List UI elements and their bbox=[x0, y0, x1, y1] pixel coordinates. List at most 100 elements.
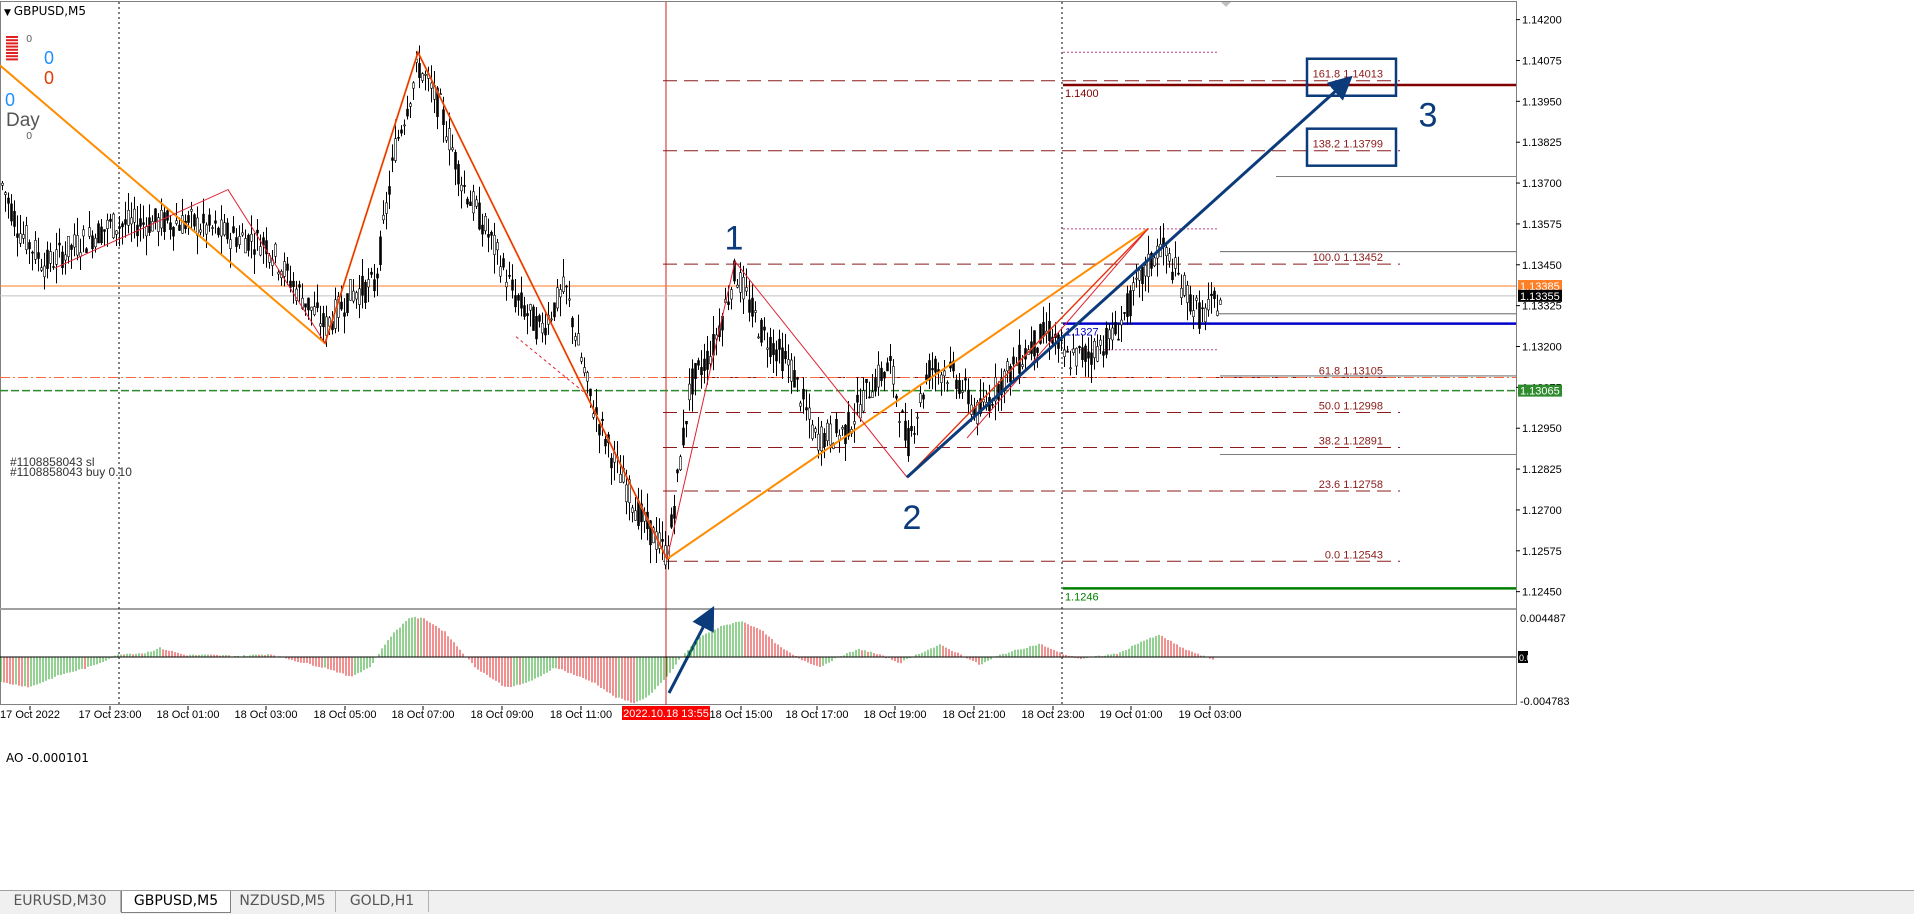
x-tick-label: 19 Oct 01:00 bbox=[1100, 709, 1163, 721]
candle-body bbox=[697, 360, 700, 366]
candle-body bbox=[112, 213, 115, 239]
fib-level-label: 23.6 1.12758 bbox=[1319, 479, 1383, 491]
candle-body bbox=[820, 426, 823, 452]
candle-body bbox=[871, 391, 874, 398]
candle-body bbox=[817, 433, 820, 451]
x-tick-label: 18 Oct 17:00 bbox=[786, 709, 849, 721]
candle-body bbox=[727, 301, 730, 305]
y-tick-label: 1.13575 bbox=[1522, 219, 1562, 231]
candle-body bbox=[142, 222, 145, 225]
candle-body bbox=[880, 367, 883, 381]
candle-body bbox=[247, 234, 250, 251]
price-tag-label-bid: 1.13355 bbox=[1520, 291, 1560, 303]
bar-top-value: 0 bbox=[26, 34, 33, 45]
candle-body bbox=[517, 295, 520, 301]
candle-body bbox=[325, 316, 328, 336]
candle-body bbox=[670, 514, 673, 528]
candle-body bbox=[13, 211, 16, 227]
x-tick-label: 18 Oct 23:00 bbox=[1022, 709, 1085, 721]
candle-body bbox=[796, 377, 799, 380]
candle-body bbox=[1183, 275, 1186, 296]
candle-body bbox=[199, 229, 202, 233]
candle-body bbox=[208, 214, 211, 226]
candle-body bbox=[1066, 350, 1069, 353]
candle-body bbox=[856, 394, 859, 403]
candle-body bbox=[886, 362, 889, 372]
day-count: 0 bbox=[5, 90, 16, 110]
candle-body bbox=[691, 368, 694, 395]
candle-body bbox=[592, 413, 595, 418]
candle-body bbox=[1180, 288, 1183, 298]
candle-body bbox=[463, 185, 466, 187]
candle-body bbox=[508, 275, 511, 277]
candle-body bbox=[1081, 347, 1084, 360]
candle-body bbox=[889, 355, 892, 361]
tab-gbpusd-m5[interactable]: GBPUSD,M5 bbox=[121, 891, 231, 913]
candle-body bbox=[358, 288, 361, 305]
candle-body bbox=[895, 395, 898, 399]
candle-body bbox=[991, 404, 994, 406]
candle-body bbox=[943, 370, 946, 377]
candle-body bbox=[757, 336, 760, 339]
tab-eurusd-m30[interactable]: EURUSD,M30 bbox=[0, 891, 121, 912]
y-tick-label: 1.12700 bbox=[1522, 505, 1562, 517]
wave-label-3: 3 bbox=[1419, 97, 1438, 135]
candle-body bbox=[619, 474, 622, 483]
candle-body bbox=[679, 456, 682, 471]
candle-body bbox=[634, 510, 637, 521]
candle-body bbox=[442, 109, 445, 125]
candle-body bbox=[682, 427, 685, 446]
candle-body bbox=[946, 382, 949, 384]
candle-body bbox=[1093, 340, 1096, 359]
candle-body bbox=[43, 265, 46, 278]
signal-bar bbox=[6, 45, 18, 48]
signal-bar bbox=[6, 52, 18, 54]
candle-body bbox=[487, 234, 490, 238]
candle-body bbox=[910, 426, 913, 431]
y-tick-label: 1.13450 bbox=[1522, 260, 1562, 272]
candle-body bbox=[466, 198, 469, 205]
candle-body bbox=[580, 357, 583, 362]
tab-nzdusd-m5[interactable]: NZDUSD,M5 bbox=[230, 891, 336, 912]
candle-body bbox=[934, 358, 937, 373]
candle-body bbox=[1069, 367, 1072, 370]
order-buy-label: #1108858043 buy 0.10 bbox=[10, 465, 132, 479]
candle-body bbox=[805, 407, 808, 411]
chart-title: GBPUSD,M5 bbox=[4, 4, 86, 18]
candle-body bbox=[802, 388, 805, 400]
fib-level-label: 138.2 1.13799 bbox=[1313, 139, 1383, 151]
candle-body bbox=[94, 237, 97, 248]
candle-body bbox=[709, 356, 712, 365]
candle-body bbox=[790, 359, 793, 382]
candle-body bbox=[202, 213, 205, 224]
candle-body bbox=[259, 246, 262, 256]
candle-body bbox=[169, 222, 172, 230]
candle-body bbox=[685, 420, 688, 425]
candle-body bbox=[769, 336, 772, 358]
candle-body bbox=[145, 226, 148, 237]
candle-body bbox=[862, 390, 865, 412]
candle-body bbox=[1105, 327, 1108, 355]
chart-canvas[interactable]: 161.8 1.14013138.2 1.13799100.0 1.134526… bbox=[0, 0, 1914, 890]
candle-body bbox=[400, 129, 403, 134]
candle-body bbox=[589, 388, 592, 397]
level-label-green: 1.1246 bbox=[1065, 591, 1099, 603]
candle-body bbox=[901, 410, 904, 413]
ao-label: AO -0.000101 bbox=[6, 751, 89, 765]
candle-body bbox=[868, 396, 871, 399]
x-tick-label: 18 Oct 11:00 bbox=[550, 709, 612, 721]
candle-body bbox=[373, 279, 376, 292]
candle-body bbox=[418, 63, 421, 79]
candle-body bbox=[421, 73, 424, 81]
candle-body bbox=[550, 318, 553, 321]
tab-gold-h1[interactable]: GOLD,H1 bbox=[336, 891, 429, 912]
candle-body bbox=[898, 421, 901, 423]
ao-tick-label: -0.004783 bbox=[1520, 696, 1570, 708]
candle-body bbox=[601, 418, 604, 421]
candle-body bbox=[847, 411, 850, 437]
candle-body bbox=[1171, 271, 1174, 281]
candle-body bbox=[1102, 351, 1105, 356]
candle-body bbox=[1018, 344, 1021, 374]
candle-body bbox=[499, 266, 502, 277]
candle-body bbox=[1213, 290, 1216, 300]
